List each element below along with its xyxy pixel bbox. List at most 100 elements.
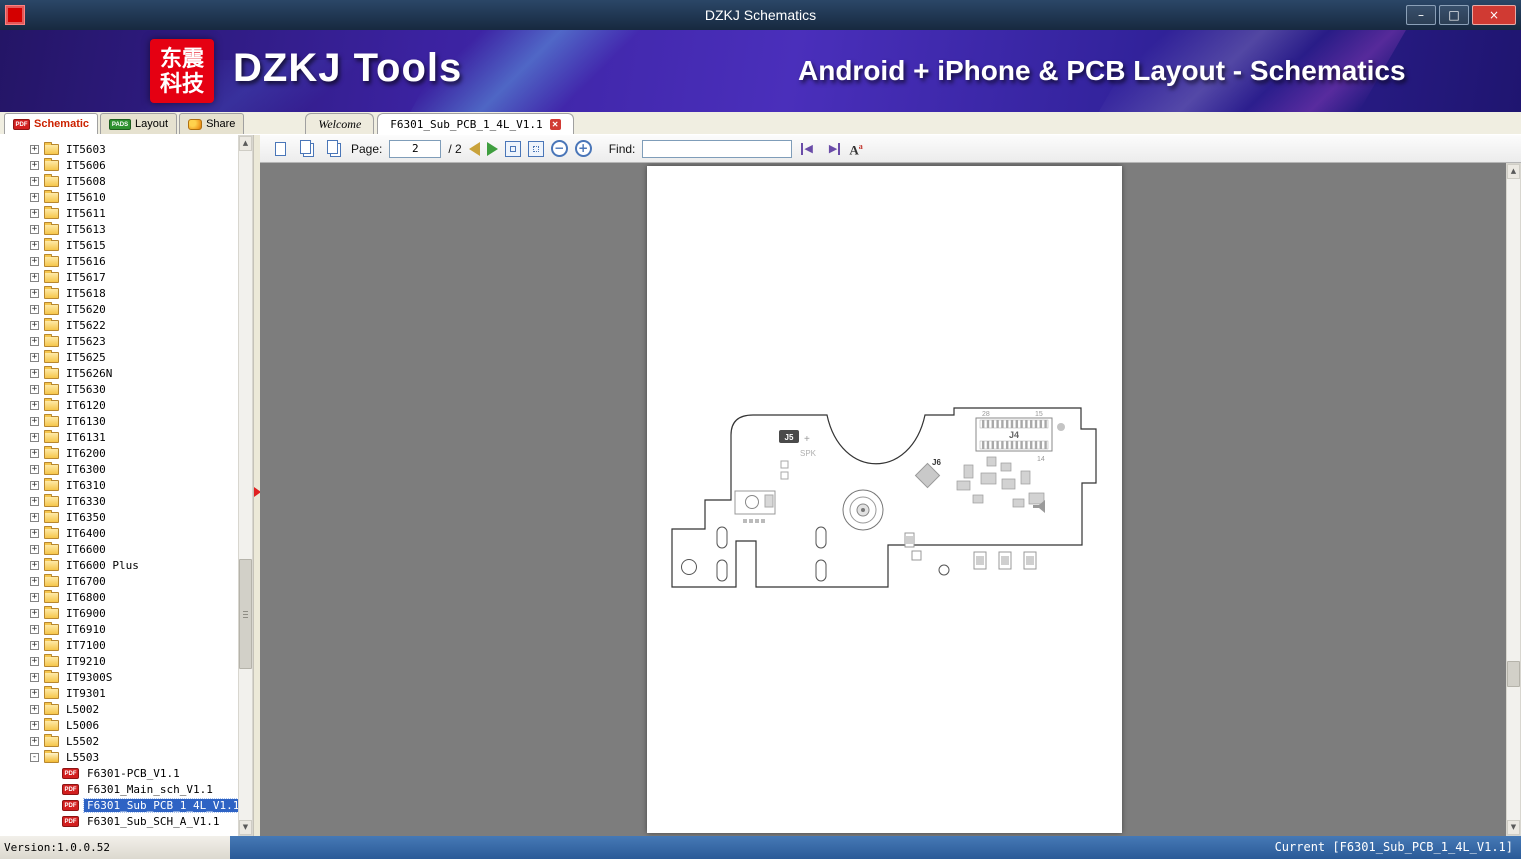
tree-folder-row[interactable]: + IT6910 <box>0 621 238 637</box>
expand-toggle-icon[interactable]: + <box>30 208 39 218</box>
tree-folder-row[interactable]: + IT5626N <box>0 365 238 381</box>
expand-toggle-icon[interactable]: + <box>30 336 39 346</box>
expand-toggle-icon[interactable]: + <box>30 480 39 490</box>
tree-folder-row[interactable]: + IT9301 <box>0 685 238 701</box>
tree-folder-row[interactable]: + IT6300 <box>0 461 238 477</box>
tree-folder-row[interactable]: + IT6600 <box>0 541 238 557</box>
viewer-scroll-thumb[interactable] <box>1507 661 1520 687</box>
scroll-down-icon[interactable]: ▼ <box>239 820 252 835</box>
sidebar-splitter[interactable] <box>253 135 261 836</box>
tree-file-row[interactable]: PDF F6301_Sub_PCB_1_4L_V1.1 <box>0 797 238 813</box>
expand-toggle-icon[interactable]: + <box>30 368 39 378</box>
scroll-up-icon[interactable]: ▲ <box>239 136 252 151</box>
tree-folder-row[interactable]: + IT5622 <box>0 317 238 333</box>
tree-file-row[interactable]: PDF F6301_Sub_SCH_A_V1.1 <box>0 813 238 829</box>
expand-toggle-icon[interactable]: + <box>30 320 39 330</box>
expand-toggle-icon[interactable]: - <box>30 752 39 762</box>
tree-folder-row[interactable]: + IT5611 <box>0 205 238 221</box>
expand-toggle-icon[interactable]: + <box>30 528 39 538</box>
expand-toggle-icon[interactable]: + <box>30 448 39 458</box>
viewer-scrollbar[interactable]: ▲ ▼ <box>1506 163 1521 836</box>
expand-toggle-icon[interactable]: + <box>30 464 39 474</box>
expand-toggle-icon[interactable]: + <box>30 240 39 250</box>
expand-toggle-icon[interactable]: + <box>30 272 39 282</box>
expand-toggle-icon[interactable]: + <box>30 176 39 186</box>
single-page-icon[interactable] <box>270 139 290 159</box>
expand-toggle-icon[interactable]: + <box>30 720 39 730</box>
expand-toggle-icon[interactable]: + <box>30 432 39 442</box>
expand-toggle-icon[interactable]: + <box>30 576 39 586</box>
tree-folder-row[interactable]: + L5502 <box>0 733 238 749</box>
tree-folder-row[interactable]: + IT5620 <box>0 301 238 317</box>
find-next-icon[interactable]: ▶ <box>824 142 842 156</box>
close-button[interactable]: × <box>1472 5 1516 25</box>
tree-folder-row[interactable]: + IT5617 <box>0 269 238 285</box>
expand-toggle-icon[interactable]: + <box>30 688 39 698</box>
expand-toggle-icon[interactable]: + <box>30 160 39 170</box>
tree-folder-row[interactable]: + IT5613 <box>0 221 238 237</box>
expand-toggle-icon[interactable]: + <box>30 704 39 714</box>
tree-folder-row[interactable]: + IT9300S <box>0 669 238 685</box>
sidebar-scroll-track[interactable] <box>239 151 252 820</box>
expand-toggle-icon[interactable]: + <box>30 736 39 746</box>
sidebar-scrollbar[interactable]: ▲ ▼ <box>238 135 253 836</box>
page-number-input[interactable] <box>389 139 442 158</box>
zoom-out-icon[interactable]: − <box>550 140 568 157</box>
next-page-icon[interactable] <box>486 141 498 156</box>
tree-folder-row[interactable]: + IT5603 <box>0 141 238 157</box>
scroll-down-icon[interactable]: ▼ <box>1507 820 1520 835</box>
tree-folder-row[interactable]: + IT9210 <box>0 653 238 669</box>
expand-toggle-icon[interactable]: + <box>30 560 39 570</box>
tree-folder-row[interactable]: + IT5615 <box>0 237 238 253</box>
expand-toggle-icon[interactable]: + <box>30 544 39 554</box>
copy-page-icon[interactable] <box>297 139 317 159</box>
find-previous-icon[interactable]: ◀ <box>799 142 817 156</box>
tree-folder-row[interactable]: + IT5630 <box>0 381 238 397</box>
maximize-button[interactable]: □ <box>1439 5 1469 25</box>
expand-toggle-icon[interactable]: + <box>30 304 39 314</box>
doc-tab[interactable]: Welcome <box>305 113 375 134</box>
expand-toggle-icon[interactable]: + <box>30 512 39 522</box>
tree-folder-row[interactable]: - L5503 <box>0 749 238 765</box>
tree-folder-row[interactable]: + IT5606 <box>0 157 238 173</box>
tree-folder-row[interactable]: + IT6600 Plus <box>0 557 238 573</box>
tree-folder-row[interactable]: + IT6800 <box>0 589 238 605</box>
tab-layout[interactable]: PADS Layout <box>100 113 178 134</box>
sidebar-scroll-thumb[interactable] <box>239 559 252 669</box>
tree-folder-row[interactable]: + IT5623 <box>0 333 238 349</box>
tree-folder-row[interactable]: + IT5610 <box>0 189 238 205</box>
expand-toggle-icon[interactable]: + <box>30 144 39 154</box>
expand-toggle-icon[interactable]: + <box>30 224 39 234</box>
doc-tab[interactable]: F6301_Sub_PCB_1_4L_V1.1 ✕ <box>377 113 574 134</box>
tree-file-row[interactable]: PDF F6301-PCB_V1.1 <box>0 765 238 781</box>
expand-toggle-icon[interactable]: + <box>30 640 39 650</box>
tree-folder-row[interactable]: + IT6120 <box>0 397 238 413</box>
prev-page-icon[interactable] <box>468 141 480 156</box>
tree-folder-row[interactable]: + IT6310 <box>0 477 238 493</box>
minimize-button[interactable]: – <box>1406 5 1436 25</box>
expand-toggle-icon[interactable]: + <box>30 416 39 426</box>
tree-folder-row[interactable]: + IT6200 <box>0 445 238 461</box>
expand-toggle-icon[interactable]: + <box>30 352 39 362</box>
expand-toggle-icon[interactable]: + <box>30 496 39 506</box>
tab-schematic[interactable]: PDF Schematic <box>4 113 99 134</box>
scroll-up-icon[interactable]: ▲ <box>1507 164 1520 179</box>
pdf-viewer[interactable]: J4 28 15 14 J5 + SPK J6 ▲ ▼ <box>260 163 1521 836</box>
expand-toggle-icon[interactable]: + <box>30 384 39 394</box>
extract-page-icon[interactable] <box>324 139 344 159</box>
tree-folder-row[interactable]: + IT5625 <box>0 349 238 365</box>
tree-folder-row[interactable]: + L5002 <box>0 701 238 717</box>
expand-toggle-icon[interactable]: + <box>30 192 39 202</box>
tree-folder-row[interactable]: + IT7100 <box>0 637 238 653</box>
expand-toggle-icon[interactable]: + <box>30 592 39 602</box>
expand-toggle-icon[interactable]: + <box>30 656 39 666</box>
zoom-in-icon[interactable]: + <box>574 140 592 157</box>
expand-toggle-icon[interactable]: + <box>30 672 39 682</box>
fit-page-icon[interactable] <box>527 140 544 157</box>
tree-folder-row[interactable]: + IT6350 <box>0 509 238 525</box>
expand-toggle-icon[interactable]: + <box>30 256 39 266</box>
tree-folder-row[interactable]: + IT5616 <box>0 253 238 269</box>
tab-close-icon[interactable]: ✕ <box>549 118 561 130</box>
tree-file-row[interactable]: PDF F6301_Main_sch_V1.1 <box>0 781 238 797</box>
tree-folder-row[interactable]: + IT6900 <box>0 605 238 621</box>
